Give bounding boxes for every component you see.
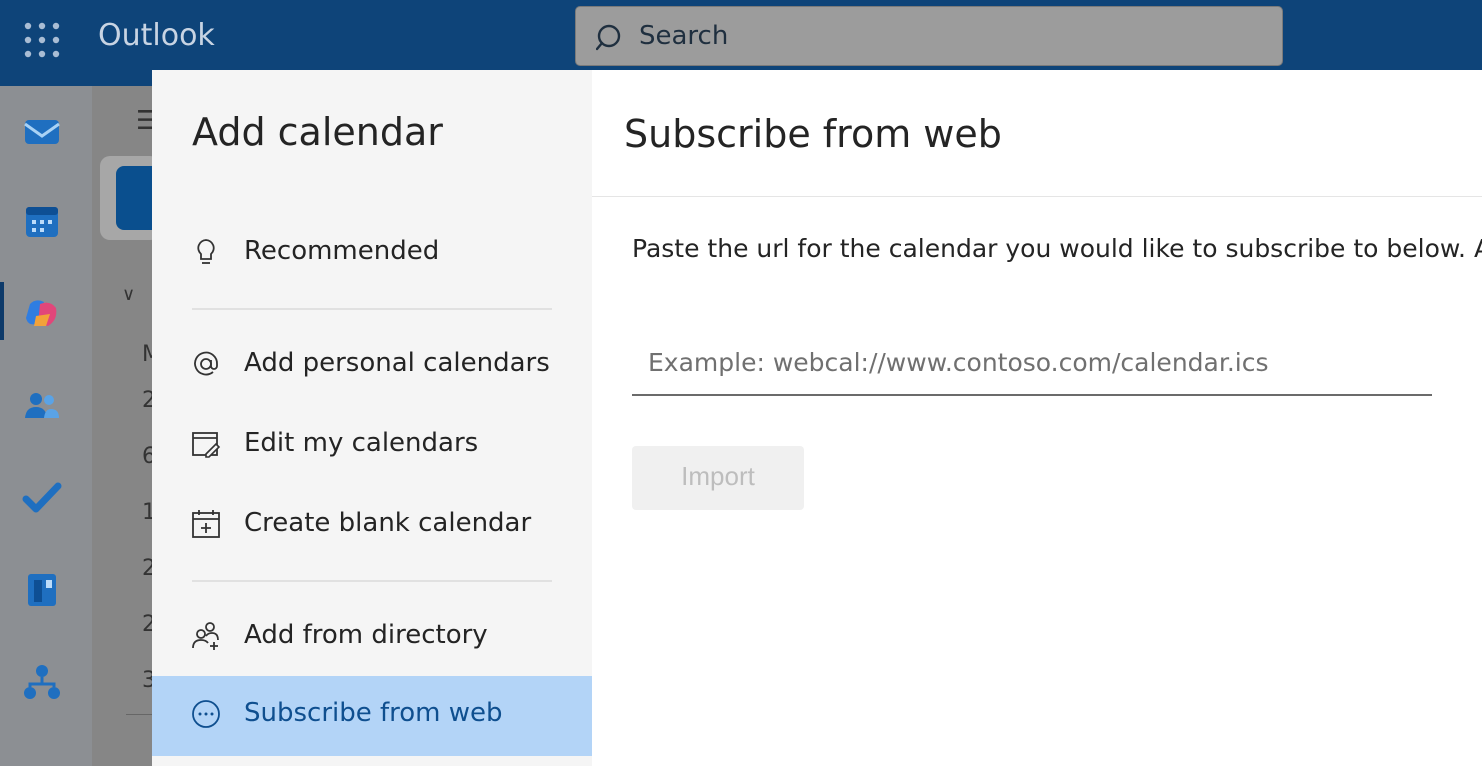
nav-item-label: Recommended [244, 236, 440, 266]
calendar-nav-background: ☰ ∨ M 2 6 1 2 2 3 [92, 86, 161, 766]
chevron-down-icon[interactable]: ∨ [122, 284, 135, 305]
new-event-card[interactable] [100, 156, 160, 240]
nav-item-create-blank-calendar[interactable]: Create blank calendar [152, 486, 592, 566]
nav-item-label: Edit my calendars [244, 428, 479, 458]
copilot-icon[interactable] [22, 294, 62, 334]
org-explorer-icon[interactable] [22, 662, 62, 702]
nav-item-recommended[interactable]: Recommended [152, 214, 592, 294]
dialog-title: Add calendar [192, 110, 443, 154]
nav-item-edit-my-calendars[interactable]: Edit my calendars [152, 406, 592, 486]
nav-item-label: Add personal calendars [244, 348, 550, 378]
pane-divider [592, 196, 1482, 197]
nav-item-add-from-directory[interactable]: Add from directory [152, 598, 592, 678]
nav-divider [192, 580, 552, 582]
nav-item-add-personal-calendars[interactable]: Add personal calendars [152, 326, 592, 406]
lightbulb-icon [197, 239, 215, 264]
pane-title: Subscribe from web [624, 112, 1002, 156]
at-icon [194, 351, 218, 376]
search-placeholder: Search [639, 21, 729, 51]
url-placeholder: Example: webcal://www.contoso.com/calend… [648, 348, 1269, 377]
import-button-label: Import [681, 461, 755, 491]
subscribe-pane: Subscribe from web Paste the url for the… [592, 70, 1482, 766]
instructions-text: Paste the url for the calendar you would… [632, 234, 1482, 263]
bookings-icon[interactable] [22, 570, 62, 610]
nav-item-label: Subscribe from web [244, 698, 503, 728]
app-launcher-icon[interactable] [24, 22, 60, 58]
mail-icon[interactable] [22, 110, 62, 150]
add-calendar-icon [192, 510, 220, 538]
nav-item-label: Create blank calendar [244, 508, 532, 538]
edit-calendar-icon [192, 432, 221, 458]
nav-item-label: Add from directory [244, 620, 488, 650]
search-box[interactable]: Search [575, 6, 1283, 66]
app-name[interactable]: Outlook [98, 18, 215, 53]
nav-divider [192, 308, 552, 310]
import-button[interactable]: Import [632, 446, 804, 510]
rail-active-indicator [0, 282, 4, 340]
calendar-icon[interactable] [22, 202, 62, 242]
people-add-icon [192, 622, 219, 650]
nav-item-subscribe-from-web[interactable]: Subscribe from web [152, 676, 592, 756]
people-icon[interactable] [22, 386, 62, 426]
search-icon [596, 24, 621, 51]
app-rail [0, 86, 92, 766]
todo-icon[interactable] [22, 478, 62, 518]
add-calendar-nav: Add calendar Recommended Add personal ca… [152, 70, 592, 766]
web-icon [192, 700, 220, 728]
